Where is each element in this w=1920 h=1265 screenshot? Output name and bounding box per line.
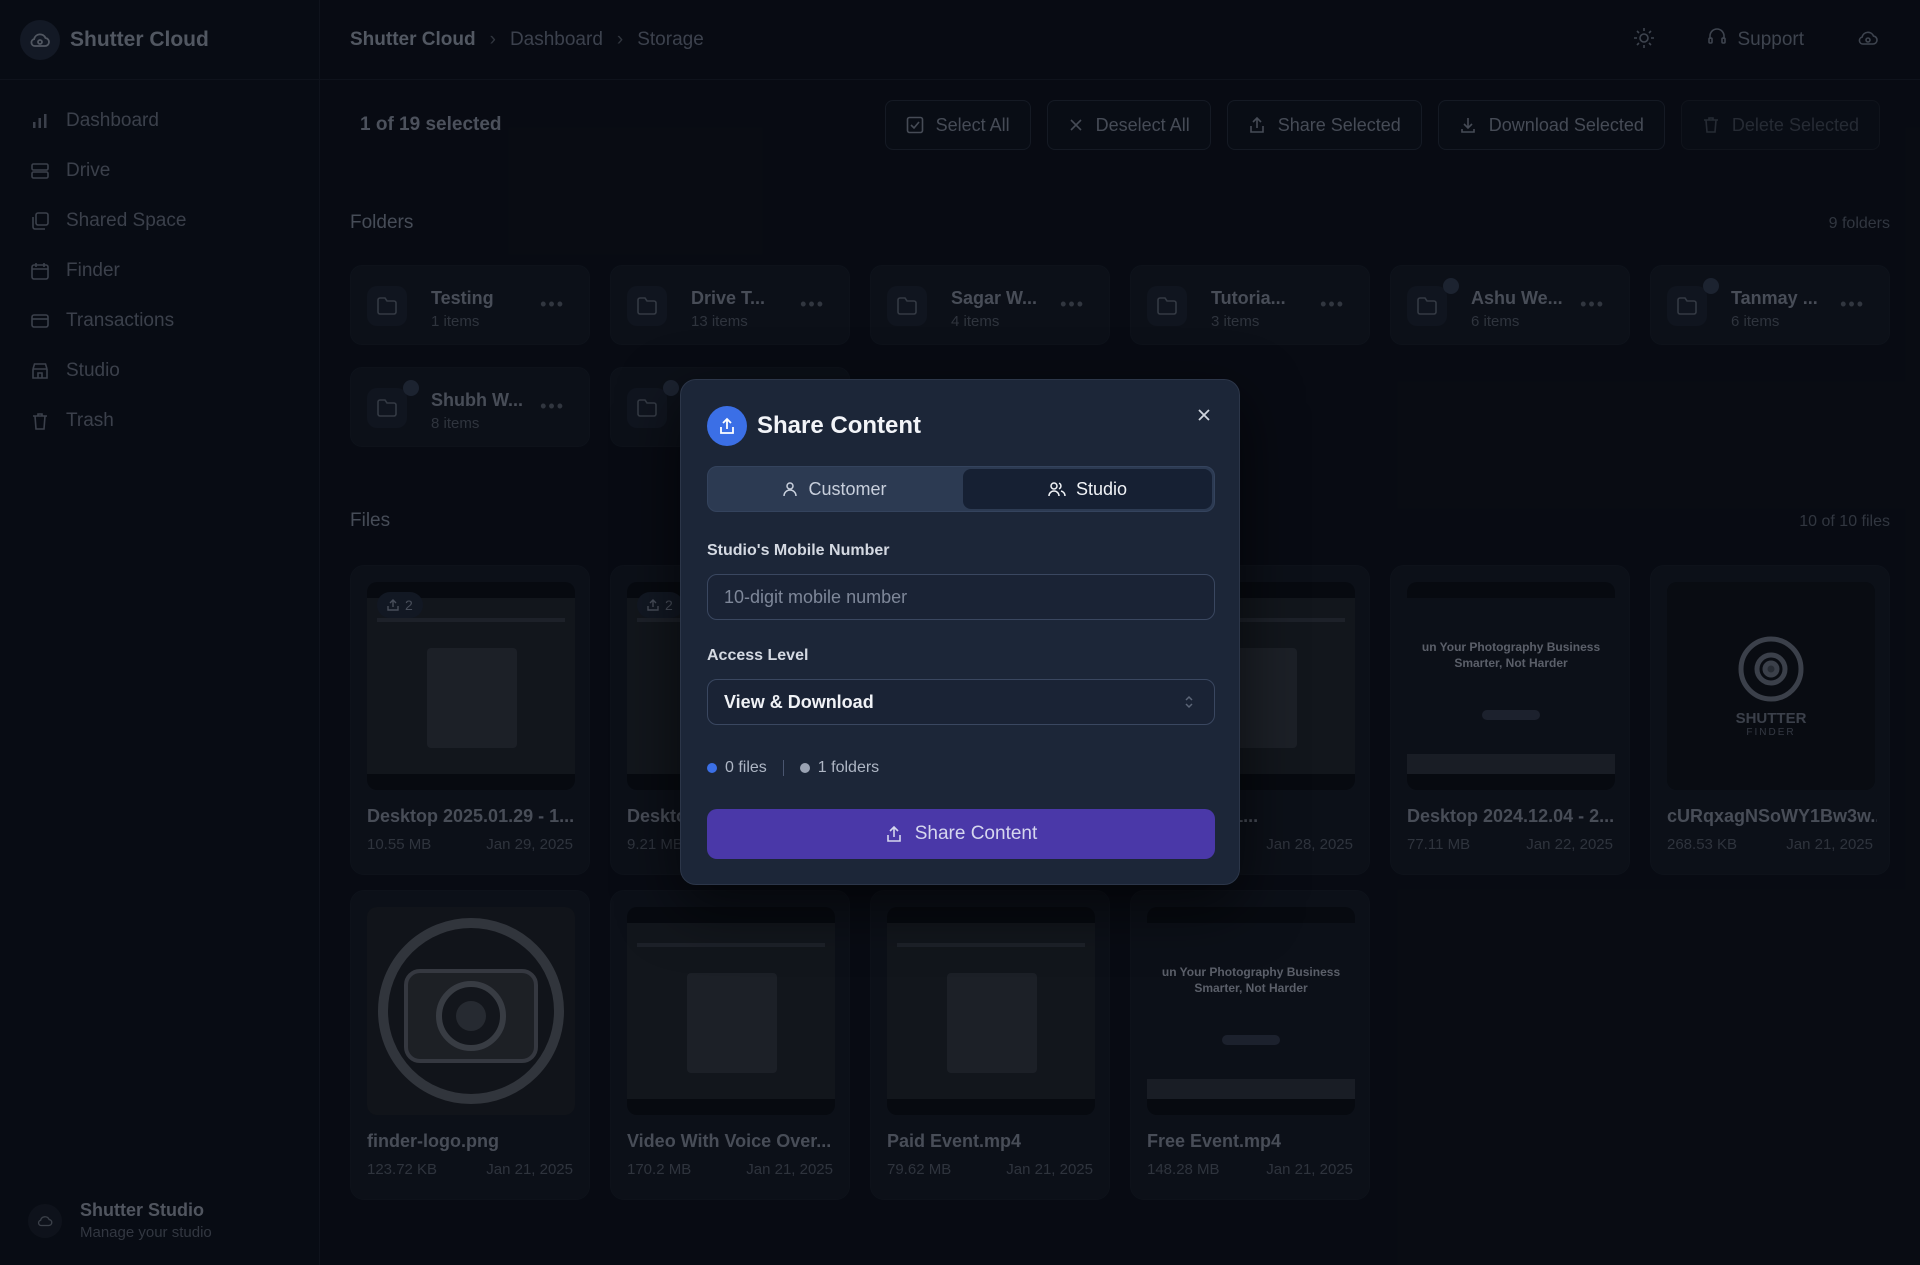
- close-icon: [1198, 409, 1210, 421]
- files-dot: [707, 763, 717, 773]
- tab-studio-label: Studio: [1075, 478, 1128, 499]
- tab-studio[interactable]: Studio: [963, 469, 1212, 509]
- selection-summary: 0 files 1 folders: [707, 759, 879, 777]
- tab-customer[interactable]: Customer: [710, 469, 959, 509]
- share-content-modal: Share Content Customer Studio Studio's M…: [680, 379, 1240, 885]
- recipient-type-toggle: Customer Studio: [707, 466, 1215, 512]
- share-icon: [885, 825, 903, 843]
- user-icon: [782, 481, 798, 497]
- divider: [782, 760, 784, 776]
- chevron-up-down-icon: [1184, 694, 1194, 715]
- share-icon: [707, 406, 747, 446]
- access-level-select[interactable]: View & Download: [707, 679, 1215, 725]
- access-level-value: View & Download: [724, 691, 874, 712]
- mobile-number-input[interactable]: [707, 574, 1215, 620]
- folders-dot: [799, 763, 810, 773]
- tab-customer-label: Customer: [808, 478, 887, 499]
- close-button[interactable]: [1191, 402, 1217, 428]
- modal-title: Share Content: [757, 412, 922, 439]
- share-content-label: Share Content: [914, 823, 1038, 844]
- mobile-label: Studio's Mobile Number: [707, 542, 890, 559]
- access-level-label: Access Level: [707, 647, 809, 664]
- files-count-label: 0 files: [725, 759, 767, 776]
- folders-count-label: 1 folders: [817, 759, 880, 776]
- share-content-button[interactable]: Share Content: [707, 809, 1215, 859]
- users-icon: [1048, 481, 1066, 497]
